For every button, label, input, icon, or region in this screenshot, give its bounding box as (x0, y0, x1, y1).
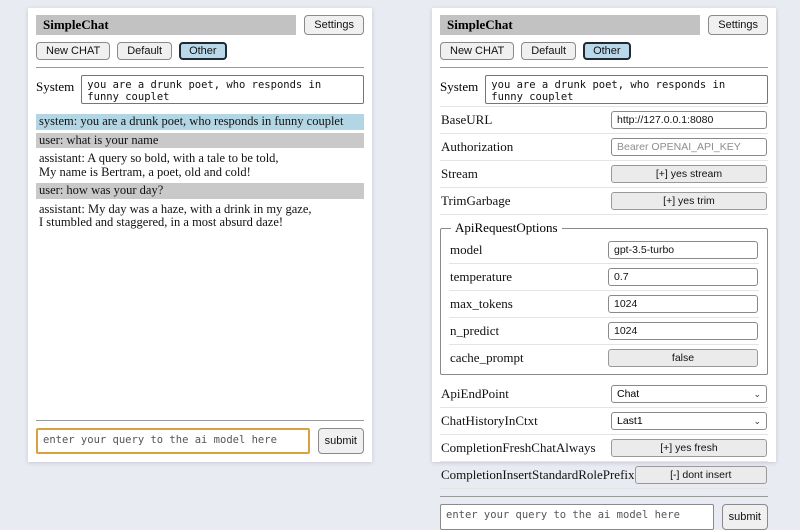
setting-row-model: model (449, 237, 759, 264)
chat-message-user: user: what is your name (36, 133, 364, 149)
message-line: system: you are a drunk poet, who respon… (39, 115, 361, 129)
setting-label: cache_prompt (450, 350, 524, 366)
query-input[interactable] (440, 504, 714, 530)
n-predict-input[interactable] (608, 322, 758, 340)
setting-label: TrimGarbage (441, 193, 511, 209)
session-tab-default[interactable]: Default (117, 42, 172, 60)
setting-row-max-tokens: max_tokens (449, 291, 759, 318)
fieldset-legend: ApiRequestOptions (451, 220, 562, 236)
setting-label: n_predict (450, 323, 499, 339)
query-input[interactable] (36, 428, 310, 454)
setting-label: CompletionFreshChatAlways (441, 440, 596, 456)
setting-row-n-predict: n_predict (449, 318, 759, 345)
divider (440, 496, 768, 497)
setting-label: ChatHistoryInCtxt (441, 413, 538, 429)
setting-label: BaseURL (441, 112, 492, 128)
settings-list: BaseURL Authorization Stream [+] yes str… (440, 106, 768, 489)
session-tab-default[interactable]: Default (521, 42, 576, 60)
new-chat-button[interactable]: New CHAT (440, 42, 514, 60)
setting-row-apiendpoint: ApiEndPoint Chat ⌄ (440, 381, 768, 408)
message-line: user: what is your name (39, 134, 361, 148)
session-buttons: New CHAT Default Other (36, 42, 364, 60)
desktop: SimpleChat Settings New CHAT Default Oth… (0, 0, 800, 462)
app-title: SimpleChat (36, 15, 296, 35)
session-buttons: New CHAT Default Other (440, 42, 768, 60)
completion-fresh-toggle-button[interactable]: [+] yes fresh (611, 439, 767, 457)
setting-row-trimgarbage: TrimGarbage [+] yes trim (440, 188, 768, 215)
system-prompt-row: System you are a drunk poet, who respond… (440, 75, 768, 104)
app-title: SimpleChat (440, 15, 700, 35)
setting-row-chathistoryinctxt: ChatHistoryInCtxt Last1 ⌄ (440, 408, 768, 435)
setting-row-completioninsertstandardroleprefix: CompletionInsertStandardRolePrefix [-] d… (440, 462, 768, 489)
system-label: System (440, 75, 478, 95)
setting-row-completionfreshchatalways: CompletionFreshChatAlways [+] yes fresh (440, 435, 768, 462)
temperature-input[interactable] (608, 268, 758, 286)
submit-button[interactable]: submit (318, 428, 364, 454)
message-line: user: how was your day? (39, 184, 361, 198)
divider (36, 420, 364, 421)
settings-panel: SimpleChat Settings New CHAT Default Oth… (432, 8, 776, 462)
chat-panel: SimpleChat Settings New CHAT Default Oth… (28, 8, 372, 462)
settings-button[interactable]: Settings (304, 15, 364, 35)
message-line: assistant: A query so bold, with a tale … (39, 152, 361, 166)
chat-log: system: you are a drunk poet, who respon… (36, 114, 364, 413)
setting-row-stream: Stream [+] yes stream (440, 161, 768, 188)
message-line: I stumbled and staggered, in a most absu… (39, 216, 361, 230)
setting-label: max_tokens (450, 296, 513, 312)
system-label: System (36, 75, 74, 95)
setting-label: ApiEndPoint (441, 386, 509, 402)
chat-message-assistant: assistant: My day was a haze, with a dri… (36, 202, 364, 231)
session-tab-other[interactable]: Other (179, 42, 227, 60)
setting-label: Stream (441, 166, 478, 182)
stream-toggle-button[interactable]: [+] yes stream (611, 165, 767, 183)
select-value: Last1 (617, 415, 643, 427)
setting-row-authorization: Authorization (440, 134, 768, 161)
setting-label: Authorization (441, 139, 513, 155)
max-tokens-input[interactable] (608, 295, 758, 313)
trimgarbage-toggle-button[interactable]: [+] yes trim (611, 192, 767, 210)
new-chat-button[interactable]: New CHAT (36, 42, 110, 60)
chat-message-system: system: you are a drunk poet, who respon… (36, 114, 364, 130)
select-value: Chat (617, 388, 639, 400)
settings-panel-titlebar: SimpleChat Settings (440, 15, 768, 35)
divider (440, 67, 768, 68)
chat-history-in-ctxt-select[interactable]: Last1 ⌄ (611, 412, 767, 430)
chat-message-user: user: how was your day? (36, 183, 364, 199)
chat-message-assistant: assistant: A query so bold, with a tale … (36, 151, 364, 180)
submit-button[interactable]: submit (722, 504, 768, 530)
api-request-options-fieldset: ApiRequestOptions model temperature max_… (440, 220, 768, 375)
setting-row-baseurl: BaseURL (440, 106, 768, 134)
system-prompt-row: System you are a drunk poet, who respond… (36, 75, 364, 104)
setting-label: temperature (450, 269, 512, 285)
chat-panel-titlebar: SimpleChat Settings (36, 15, 364, 35)
query-area: submit (36, 413, 364, 454)
session-tab-other[interactable]: Other (583, 42, 631, 60)
cache-prompt-toggle-button[interactable]: false (608, 349, 758, 367)
settings-button[interactable]: Settings (708, 15, 768, 35)
divider (36, 67, 364, 68)
message-line: My name is Bertram, a poet, old and cold… (39, 166, 361, 180)
setting-label: model (450, 242, 483, 258)
setting-label: CompletionInsertStandardRolePrefix (441, 467, 635, 483)
model-input[interactable] (608, 241, 758, 259)
chevron-down-icon: ⌄ (753, 417, 761, 425)
setting-row-cache-prompt: cache_prompt false (449, 345, 759, 371)
query-area: submit (440, 489, 768, 530)
completion-insert-toggle-button[interactable]: [-] dont insert (635, 466, 767, 484)
setting-row-temperature: temperature (449, 264, 759, 291)
chevron-down-icon: ⌄ (753, 390, 761, 398)
authorization-input[interactable] (611, 138, 767, 156)
message-line: assistant: My day was a haze, with a dri… (39, 203, 361, 217)
baseurl-input[interactable] (611, 111, 767, 129)
system-prompt-input[interactable]: you are a drunk poet, who responds in fu… (81, 75, 364, 104)
system-prompt-input[interactable]: you are a drunk poet, who responds in fu… (485, 75, 768, 104)
api-endpoint-select[interactable]: Chat ⌄ (611, 385, 767, 403)
